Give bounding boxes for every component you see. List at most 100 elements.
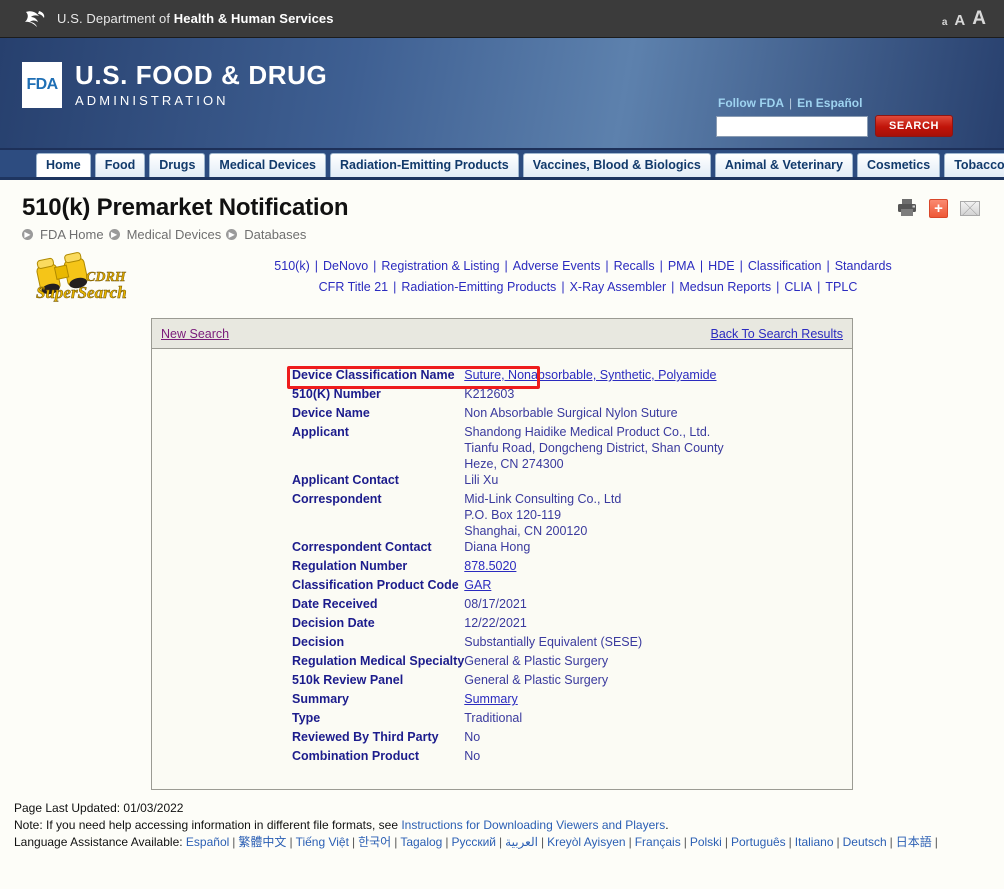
database-link-separator: |: [739, 259, 743, 273]
detail-value[interactable]: GAR: [464, 577, 723, 596]
nav-tab-cosmetics[interactable]: Cosmetics: [856, 153, 941, 177]
database-link-separator: |: [561, 280, 565, 294]
nav-tab-medical-devices[interactable]: Medical Devices: [209, 153, 326, 177]
database-link-separator: |: [699, 259, 704, 273]
language-link[interactable]: 한국어: [358, 835, 391, 849]
email-icon[interactable]: [960, 200, 980, 216]
note-suffix: .: [665, 818, 669, 832]
follow-fda-link[interactable]: Follow FDA: [718, 96, 784, 110]
font-size-large[interactable]: A: [972, 9, 986, 28]
breadcrumb-arrow-icon: ▶: [22, 229, 33, 240]
new-search-link[interactable]: New Search: [161, 327, 229, 341]
breadcrumb-item-medical-devices[interactable]: Medical Devices: [127, 227, 222, 242]
language-link[interactable]: Italiano: [795, 835, 834, 849]
database-link-cfr-title-21[interactable]: CFR Title 21: [319, 280, 388, 294]
language-assistance: Language Assistance Available: Español | 繁…: [14, 834, 1004, 851]
breadcrumb-arrow-icon: ▶: [226, 229, 238, 240]
detail-value: Traditional: [464, 711, 523, 725]
font-size-small[interactable]: a: [942, 18, 948, 28]
fda-logo-link[interactable]: FDA U.S. FOOD & DRUG ADMINISTRATION: [22, 62, 327, 108]
breadcrumb-arrow-icon: ▶: [108, 229, 120, 240]
database-link-510-k[interactable]: 510(k): [274, 259, 309, 273]
language-link[interactable]: Français: [635, 835, 681, 849]
font-size-controls[interactable]: a A A: [942, 9, 992, 28]
panel-header: New Search Back To Search Results: [152, 319, 852, 349]
detail-row: Combination Product No: [292, 748, 724, 767]
detail-label: Decision: [292, 635, 345, 649]
language-link[interactable]: Tiếng Việt: [296, 835, 349, 849]
database-link-tplc[interactable]: TPLC: [825, 280, 857, 294]
download-viewers-link[interactable]: Instructions for Downloading Viewers and…: [401, 818, 665, 832]
detail-label: 510(K) Number: [292, 387, 381, 401]
language-link[interactable]: Русский: [451, 835, 496, 849]
nav-tab-food[interactable]: Food: [94, 153, 146, 177]
detail-label: Combination Product: [292, 749, 420, 763]
detail-label: Regulation Medical Specialty: [292, 654, 465, 668]
database-link-x-ray-assembler[interactable]: X-Ray Assembler: [570, 280, 667, 294]
language-separator: |: [724, 835, 728, 849]
language-link[interactable]: 繁體中文: [238, 835, 286, 849]
database-link-separator: |: [671, 280, 675, 294]
fda-wordmark: U.S. FOOD & DRUG ADMINISTRATION: [75, 60, 328, 108]
language-link[interactable]: Español: [186, 835, 229, 849]
en-espanol-link[interactable]: En Español: [797, 96, 862, 110]
panel-body: Device Classification Name Suture, Nonabs…: [152, 349, 852, 789]
detail-value[interactable]: Summary: [464, 691, 723, 710]
database-link-registration-listing[interactable]: Registration & Listing: [381, 259, 499, 273]
detail-value-link[interactable]: Suture, Nonabsorbable, Synthetic, Polyam…: [464, 368, 716, 382]
detail-value: General & Plastic Surgery: [464, 673, 609, 687]
share-plus-icon[interactable]: +: [929, 198, 948, 218]
nav-tab-radiation-emitting-products[interactable]: Radiation-Emitting Products: [330, 153, 519, 177]
database-link-standards[interactable]: Standards: [835, 259, 892, 273]
back-to-search-results-link[interactable]: Back To Search Results: [711, 327, 843, 341]
detail-value: Mid-Link Consulting Co., Ltd P.O. Box 120…: [464, 491, 723, 539]
language-link[interactable]: 日本語: [896, 835, 932, 849]
site-search: SEARCH: [716, 115, 976, 137]
detail-row: Date Received 08/17/2021: [292, 596, 724, 615]
language-link[interactable]: Tagalog: [400, 835, 442, 849]
font-size-medium[interactable]: A: [954, 13, 965, 28]
language-separator: |: [628, 835, 632, 849]
language-separator: |: [934, 835, 938, 849]
breadcrumb-item-databases[interactable]: Databases: [244, 227, 306, 242]
language-link[interactable]: Deutsch: [843, 835, 887, 849]
fda-title-line1: U.S. FOOD & DRUG: [75, 60, 328, 91]
breadcrumb-item-fda-home[interactable]: FDA Home: [40, 227, 104, 242]
detail-label: Applicant Contact: [292, 473, 399, 487]
database-link-clia[interactable]: CLIA: [784, 280, 812, 294]
cdrh-supersearch-logo[interactable]: CDRH SuperSearch: [22, 250, 162, 302]
search-input[interactable]: [716, 115, 868, 137]
nav-tab-tobacco-products[interactable]: Tobacco Products: [944, 153, 1004, 177]
database-link-pma[interactable]: PMA: [668, 259, 695, 273]
detail-row: Correspondent Contact Diana Hong: [292, 539, 724, 558]
search-button[interactable]: SEARCH: [875, 115, 954, 137]
database-link-recalls[interactable]: Recalls: [614, 259, 655, 273]
detail-value-link[interactable]: Summary: [464, 692, 517, 706]
language-link[interactable]: Polski: [690, 835, 722, 849]
database-link-adverse-events[interactable]: Adverse Events: [513, 259, 601, 273]
language-link[interactable]: Kreyòl Ayisyen: [547, 835, 626, 849]
nav-tab-drugs[interactable]: Drugs: [149, 153, 206, 177]
detail-value[interactable]: 878.5020: [464, 558, 723, 577]
nav-tab-animal-veterinary[interactable]: Animal & Veterinary: [714, 153, 853, 177]
results-panel: New Search Back To Search Results Device…: [151, 318, 853, 790]
database-link-hde[interactable]: HDE: [708, 259, 734, 273]
database-link-radiation-emitting-products[interactable]: Radiation-Emitting Products: [401, 280, 556, 294]
detail-value-link[interactable]: 878.5020: [464, 559, 516, 573]
database-link-medsun-reports[interactable]: Medsun Reports: [679, 280, 771, 294]
device-details-table: Device Classification Name Suture, Nonabs…: [292, 367, 724, 767]
detail-label: Classification Product Code: [292, 578, 459, 592]
detail-value[interactable]: Suture, Nonabsorbable, Synthetic, Polyam…: [464, 367, 723, 386]
hhs-top-bar: U.S. Department of Health & Human Servic…: [0, 0, 1004, 38]
database-link-classification[interactable]: Classification: [748, 259, 822, 273]
nav-tab-home[interactable]: Home: [36, 153, 91, 177]
language-link[interactable]: Português: [731, 835, 786, 849]
hhs-branding[interactable]: U.S. Department of Health & Human Servic…: [22, 6, 942, 32]
nav-tab-vaccines-blood-biologics[interactable]: Vaccines, Blood & Biologics: [522, 153, 711, 177]
detail-value: 08/17/2021: [464, 597, 527, 611]
detail-value-link[interactable]: GAR: [464, 578, 491, 592]
database-link-denovo[interactable]: DeNovo: [323, 259, 368, 273]
language-link[interactable]: العربية: [505, 835, 538, 849]
detail-value: Non Absorbable Surgical Nylon Suture: [464, 406, 678, 420]
print-icon[interactable]: [897, 198, 917, 218]
